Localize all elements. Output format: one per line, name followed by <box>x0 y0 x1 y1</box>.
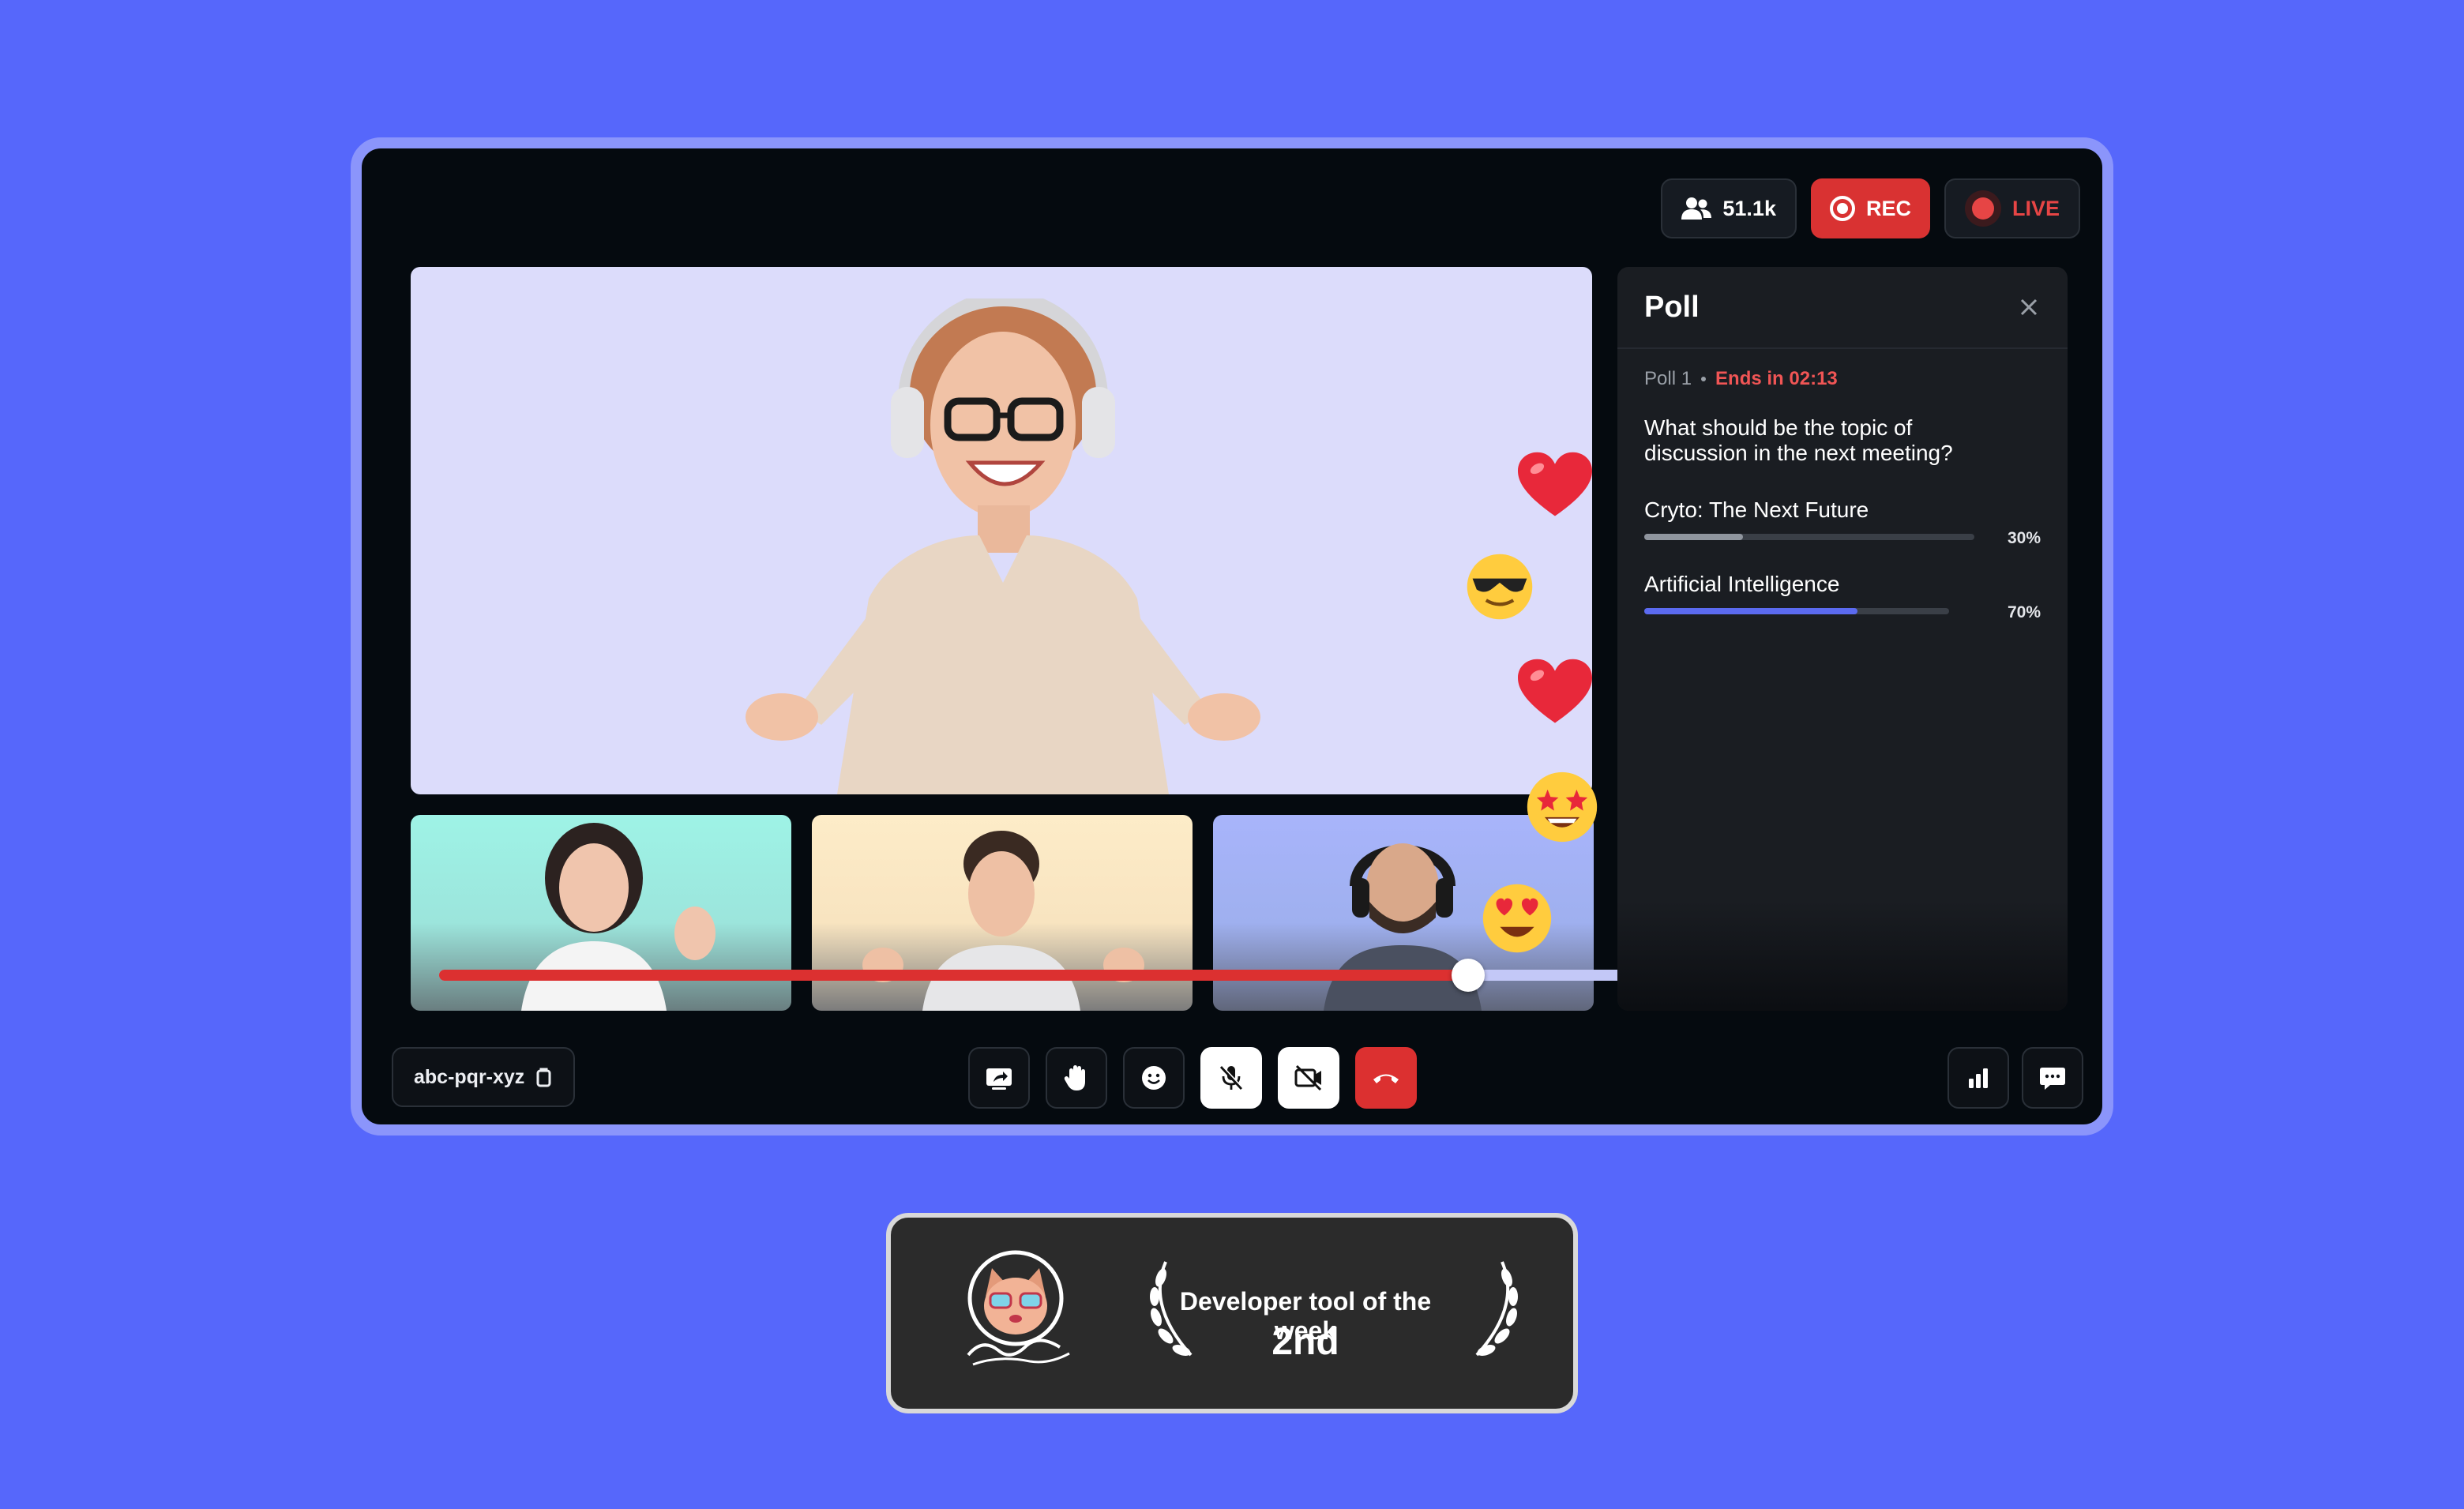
record-icon <box>1829 196 1855 221</box>
close-icon[interactable] <box>2017 295 2041 319</box>
bar-chart-icon <box>1969 1068 1988 1088</box>
poll-option-percent: 70% <box>2007 603 2041 621</box>
poll-option-label: Artificial Intelligence <box>1644 572 1840 596</box>
heart-eyes-reaction-icon <box>1482 884 1552 953</box>
poll-timer: Ends in 02:13 <box>1715 368 1838 389</box>
end-call-icon <box>1373 1074 1399 1083</box>
speaker-figure <box>746 298 1260 794</box>
poll-question: What should be the topic of discussion i… <box>1644 415 1953 465</box>
seek-fill <box>439 970 1468 981</box>
seek-handle[interactable] <box>1451 959 1485 992</box>
poll-option-bar <box>1644 534 1974 540</box>
side-controls <box>1948 1047 2083 1109</box>
main-speaker-video[interactable] <box>411 267 1592 794</box>
raise-hand-button[interactable] <box>1046 1047 1107 1109</box>
poll-option-fill <box>1644 608 1858 614</box>
sunglasses-reaction-icon <box>1467 554 1533 620</box>
poll-title: Poll <box>1644 290 1700 324</box>
poll-header: Poll <box>1617 267 2068 349</box>
heart-reaction-icon <box>1518 452 1592 516</box>
camera-toggle-button[interactable] <box>1278 1047 1339 1109</box>
rec-label: REC <box>1865 196 1911 220</box>
meeting-id-copy[interactable]: abc-pqr-xyz <box>392 1047 576 1107</box>
chat-icon <box>2040 1068 2065 1090</box>
end-call-button[interactable] <box>1355 1047 1417 1109</box>
poll-option-2[interactable]: Artificial Intelligence 70% <box>1644 572 2041 621</box>
copy-icon <box>536 1068 551 1087</box>
live-button[interactable]: LIVE <box>1944 178 2080 238</box>
top-status-bar: 51.1k REC LIVE <box>1661 178 2080 238</box>
call-controls <box>968 1047 1417 1109</box>
participant-figure-2 <box>862 831 1144 1011</box>
viewers-count: 51.1k <box>1722 196 1776 220</box>
live-dot-icon <box>1964 190 2001 227</box>
meeting-window: 51.1k REC LIVE Poll Poll 1 Ends in 02:13… <box>351 137 2113 1136</box>
poll-option-bar <box>1644 608 1949 614</box>
rec-button[interactable]: REC <box>1810 178 1930 238</box>
product-hunt-logo <box>967 1250 1070 1366</box>
mic-off-icon <box>1219 1065 1244 1090</box>
live-label: LIVE <box>2011 196 2060 220</box>
smiley-icon <box>1142 1066 1166 1090</box>
badge-rank: 2nd <box>1271 1321 1339 1363</box>
star-struck-reaction-icon <box>1527 771 1598 843</box>
camera-off-icon <box>1294 1064 1322 1091</box>
participant-tile-2[interactable] <box>812 815 1193 1011</box>
participant-tile-1[interactable] <box>411 815 791 1011</box>
poll-meta: Poll 1 Ends in 02:13 <box>1644 368 2041 390</box>
poll-number: Poll 1 <box>1644 368 1692 389</box>
viewers-count-badge[interactable]: 51.1k <box>1661 178 1797 238</box>
raise-hand-icon <box>1064 1065 1085 1090</box>
meeting-id: abc-pqr-xyz <box>414 1065 525 1088</box>
laurel-right-icon <box>1475 1261 1518 1357</box>
share-screen-button[interactable] <box>968 1047 1030 1109</box>
product-hunt-award-badge[interactable]: Developer tool of the week 2nd <box>886 1213 1578 1413</box>
separator-dot <box>1701 377 1707 381</box>
poll-option-percent: 30% <box>2007 529 2041 547</box>
poll-option-fill <box>1644 534 1744 540</box>
mute-mic-button[interactable] <box>1200 1047 1262 1109</box>
poll-panel: Poll Poll 1 Ends in 02:13 What should be… <box>1617 267 2068 1011</box>
poll-toggle-button[interactable] <box>1948 1047 2009 1109</box>
poll-option-label: Cryto: The Next Future <box>1644 497 1869 522</box>
emoji-reaction-button[interactable] <box>1123 1047 1185 1109</box>
users-icon <box>1681 197 1712 220</box>
participant-figure-1 <box>521 823 716 1011</box>
heart-reaction-icon-2 <box>1518 659 1592 723</box>
share-screen-icon <box>986 1068 1012 1090</box>
poll-option-1[interactable]: Cryto: The Next Future 30% <box>1644 497 2041 547</box>
chat-toggle-button[interactable] <box>2022 1047 2083 1109</box>
